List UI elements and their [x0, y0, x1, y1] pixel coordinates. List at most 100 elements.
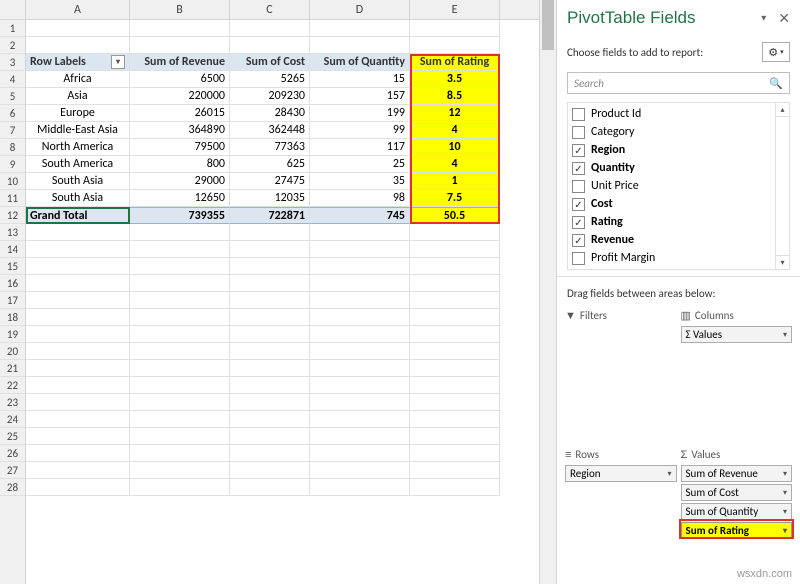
cell[interactable]: [130, 377, 230, 394]
cell[interactable]: [26, 479, 130, 496]
col-header-C[interactable]: C: [230, 0, 310, 19]
gt-rev[interactable]: 739355: [130, 207, 230, 224]
field-checkbox[interactable]: [572, 108, 585, 121]
cell[interactable]: [310, 292, 410, 309]
pivot-rev-cell[interactable]: 79500: [130, 139, 230, 156]
field-item[interactable]: Unit Price: [568, 177, 789, 195]
row-header[interactable]: 24: [0, 411, 25, 428]
pivot-rating-cell[interactable]: 10: [410, 139, 500, 156]
pivot-cost-cell[interactable]: 77363: [230, 139, 310, 156]
row-header[interactable]: 9: [0, 156, 25, 173]
cell[interactable]: [130, 37, 230, 54]
cell[interactable]: [310, 241, 410, 258]
columns-area[interactable]: ▥Columns Σ Values▾: [681, 306, 793, 441]
pivot-rev-cell[interactable]: 12650: [130, 190, 230, 207]
cell[interactable]: [130, 445, 230, 462]
row-header[interactable]: 21: [0, 360, 25, 377]
cell[interactable]: [310, 37, 410, 54]
pivot-rating-cell[interactable]: 1: [410, 173, 500, 190]
cell[interactable]: [310, 411, 410, 428]
cell[interactable]: [26, 343, 130, 360]
search-input[interactable]: Search 🔍: [567, 72, 790, 94]
row-header[interactable]: 19: [0, 326, 25, 343]
field-checkbox[interactable]: [572, 252, 585, 265]
cell[interactable]: [130, 309, 230, 326]
pivot-rev-cell[interactable]: 6500: [130, 71, 230, 88]
cell[interactable]: [310, 377, 410, 394]
filters-area[interactable]: ▼Filters: [565, 306, 677, 441]
pivot-row-label[interactable]: Europe: [26, 105, 130, 122]
cell[interactable]: [26, 258, 130, 275]
cell[interactable]: [130, 394, 230, 411]
pivot-rating-cell[interactable]: 12: [410, 105, 500, 122]
row-header[interactable]: 14: [0, 241, 25, 258]
cell[interactable]: [310, 462, 410, 479]
pivot-rating-header[interactable]: Sum of Rating: [410, 54, 500, 71]
cell[interactable]: [26, 411, 130, 428]
cell[interactable]: [230, 479, 310, 496]
cell[interactable]: [410, 479, 500, 496]
row-header[interactable]: 11: [0, 190, 25, 207]
row-header[interactable]: 13: [0, 224, 25, 241]
cell[interactable]: [230, 258, 310, 275]
field-item[interactable]: Category: [568, 123, 789, 141]
field-item[interactable]: Profit Margin: [568, 249, 789, 267]
values-tag[interactable]: Sum of Revenue▾: [681, 465, 793, 482]
cell[interactable]: [230, 20, 310, 37]
col-header-B[interactable]: B: [130, 0, 230, 19]
cell[interactable]: [230, 394, 310, 411]
pivot-rating-cell[interactable]: 7.5: [410, 190, 500, 207]
cell[interactable]: [130, 258, 230, 275]
pivot-cost-cell[interactable]: 12035: [230, 190, 310, 207]
cell[interactable]: [310, 360, 410, 377]
cell[interactable]: [410, 309, 500, 326]
cell[interactable]: [230, 445, 310, 462]
cell[interactable]: [130, 326, 230, 343]
cell[interactable]: [26, 37, 130, 54]
cell[interactable]: [410, 292, 500, 309]
row-header[interactable]: 2: [0, 37, 25, 54]
row-header[interactable]: 18: [0, 309, 25, 326]
cell[interactable]: [130, 411, 230, 428]
cell[interactable]: [410, 241, 500, 258]
cell[interactable]: [230, 309, 310, 326]
pivot-cost-cell[interactable]: 27475: [230, 173, 310, 190]
gt-rating[interactable]: 50.5: [410, 207, 500, 224]
row-header[interactable]: 20: [0, 343, 25, 360]
row-header[interactable]: 26: [0, 445, 25, 462]
pivot-qty-cell[interactable]: 157: [310, 88, 410, 105]
pivot-rowlabels-header[interactable]: Row Labels▾: [26, 54, 130, 71]
field-checkbox[interactable]: [572, 162, 585, 175]
cell[interactable]: [310, 479, 410, 496]
field-checkbox[interactable]: [572, 234, 585, 247]
field-item[interactable]: Product Id: [568, 105, 789, 123]
pivot-row-label[interactable]: Asia: [26, 88, 130, 105]
field-checkbox[interactable]: [572, 198, 585, 211]
cell[interactable]: [26, 224, 130, 241]
pivot-row-label[interactable]: North America: [26, 139, 130, 156]
cell[interactable]: [410, 394, 500, 411]
field-item[interactable]: Revenue: [568, 231, 789, 249]
row-header[interactable]: 16: [0, 275, 25, 292]
field-list-scrollbar[interactable]: ▴ ▾: [775, 103, 789, 269]
row-header[interactable]: 22: [0, 377, 25, 394]
gt-cost[interactable]: 722871: [230, 207, 310, 224]
pivot-rev-cell[interactable]: 29000: [130, 173, 230, 190]
cell[interactable]: [410, 275, 500, 292]
pivot-qty-cell[interactable]: 98: [310, 190, 410, 207]
col-header-D[interactable]: D: [310, 0, 410, 19]
row-header[interactable]: 8: [0, 139, 25, 156]
cell[interactable]: [410, 411, 500, 428]
pivot-cost-cell[interactable]: 5265: [230, 71, 310, 88]
row-header[interactable]: 28: [0, 479, 25, 496]
cell[interactable]: [130, 275, 230, 292]
pivot-rating-cell[interactable]: 8.5: [410, 88, 500, 105]
cell[interactable]: [230, 411, 310, 428]
row-header[interactable]: 1: [0, 20, 25, 37]
pivot-rating-cell[interactable]: 4: [410, 156, 500, 173]
pivot-qty-cell[interactable]: 25: [310, 156, 410, 173]
pivot-rev-cell[interactable]: 364890: [130, 122, 230, 139]
cell[interactable]: [410, 224, 500, 241]
cell[interactable]: [130, 360, 230, 377]
values-tag[interactable]: Sum of Quantity▾: [681, 503, 793, 520]
